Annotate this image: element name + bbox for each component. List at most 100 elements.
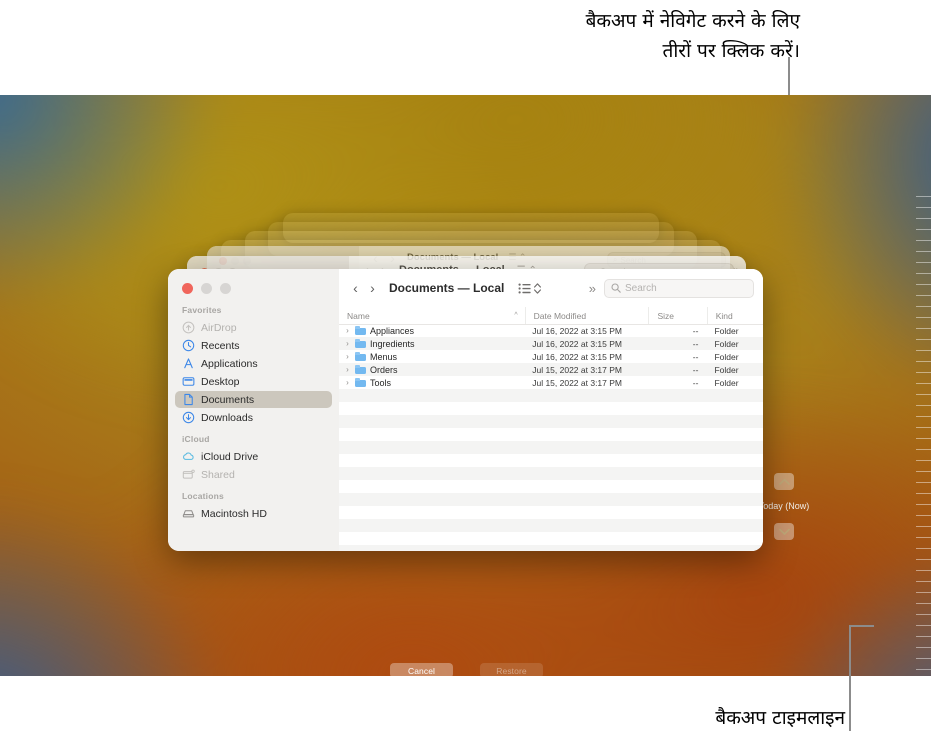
toolbar-overflow-button[interactable]: » xyxy=(589,281,596,296)
sidebar-item-downloads[interactable]: Downloads xyxy=(175,409,332,426)
finder-window[interactable]: Favorites AirDrop Recents Applications Deskt… xyxy=(168,269,763,551)
timeline-tick[interactable] xyxy=(916,504,931,505)
timeline-tick[interactable] xyxy=(916,625,931,626)
file-name-label: Tools xyxy=(370,377,392,388)
timeline-tick[interactable] xyxy=(916,372,931,373)
restore-button[interactable]: Restore xyxy=(480,663,543,676)
timeline-tick[interactable] xyxy=(916,416,931,417)
timeline-tick[interactable] xyxy=(916,405,931,406)
zoom-button[interactable] xyxy=(220,283,231,294)
timeline-tick[interactable] xyxy=(916,317,931,318)
empty-row xyxy=(339,493,763,506)
timeline-tick[interactable] xyxy=(916,526,931,527)
sidebar-item-shared[interactable]: Shared xyxy=(175,466,332,483)
timeline-tick[interactable] xyxy=(916,460,931,461)
timeline-tick[interactable] xyxy=(916,581,931,582)
sidebar-item-airdrop[interactable]: AirDrop xyxy=(175,319,332,336)
sidebar-item-applications[interactable]: Applications xyxy=(175,355,332,372)
disclosure-triangle-icon: › xyxy=(346,378,349,387)
timeline-tick[interactable] xyxy=(916,559,931,560)
timeline-tick[interactable] xyxy=(916,361,931,362)
timeline-tick[interactable] xyxy=(916,295,931,296)
timeline-tick[interactable] xyxy=(916,647,931,648)
column-header-size[interactable]: Size xyxy=(648,307,706,324)
column-header-kind[interactable]: Kind xyxy=(706,307,763,324)
folder-icon xyxy=(355,365,366,374)
file-size: -- xyxy=(692,351,699,362)
timeline-tick[interactable] xyxy=(916,383,931,384)
window-controls[interactable] xyxy=(182,283,231,294)
chevron-up-down-icon xyxy=(534,282,542,294)
file-row[interactable]: › Menus Jul 16, 2022 at 3:15 PM -- Folder xyxy=(339,350,763,363)
timeline-tick[interactable] xyxy=(916,482,931,483)
timeline-tick[interactable] xyxy=(916,273,931,274)
sidebar-item-macintosh-hd[interactable]: Macintosh HD xyxy=(175,505,332,522)
timeline-tick[interactable] xyxy=(916,306,931,307)
file-row[interactable]: › Orders Jul 15, 2022 at 3:17 PM -- Folder xyxy=(339,363,763,376)
backup-timeline[interactable] xyxy=(887,190,931,676)
timeline-tick[interactable] xyxy=(916,339,931,340)
empty-row xyxy=(339,454,763,467)
timeline-tick[interactable] xyxy=(916,196,931,197)
timeline-tick[interactable] xyxy=(916,240,931,241)
timeline-tick[interactable] xyxy=(916,669,931,670)
sidebar-item-recents[interactable]: Recents xyxy=(175,337,332,354)
minimize-button[interactable] xyxy=(201,283,212,294)
timeline-tick[interactable] xyxy=(916,394,931,395)
folder-icon xyxy=(355,352,366,361)
timeline-tick[interactable] xyxy=(916,548,931,549)
view-options-control[interactable] xyxy=(518,282,542,295)
file-date-modified: Jul 15, 2022 at 3:17 PM xyxy=(532,364,622,375)
search-input[interactable]: Search xyxy=(604,278,754,298)
sidebar-item-documents[interactable]: Documents xyxy=(175,391,332,408)
sidebar-item-desktop[interactable]: Desktop xyxy=(175,373,332,390)
timeline-tick[interactable] xyxy=(916,427,931,428)
timeline-tick[interactable] xyxy=(916,449,931,450)
cancel-button[interactable]: Cancel xyxy=(390,663,453,676)
navigate-forward-arrow-button[interactable] xyxy=(774,523,794,540)
timeline-tick[interactable] xyxy=(916,350,931,351)
timeline-tick[interactable] xyxy=(916,603,931,604)
column-header-date-modified[interactable]: Date Modified xyxy=(524,307,649,324)
empty-row xyxy=(339,506,763,519)
timeline-tick[interactable] xyxy=(916,438,931,439)
file-kind: Folder xyxy=(714,377,739,388)
timeline-tick[interactable] xyxy=(916,592,931,593)
file-row-name-cell: › Orders xyxy=(339,365,524,375)
timeline-tick[interactable] xyxy=(916,328,931,329)
callout-line-bottom-vertical xyxy=(849,625,851,731)
shared-folder-icon xyxy=(182,468,195,481)
timeline-tick[interactable] xyxy=(916,493,931,494)
column-header-name[interactable]: Name ^ xyxy=(339,307,525,324)
callout-text-backup-timeline: बैकअप टाइमलाइन xyxy=(715,707,845,729)
sidebar-item-label: Documents xyxy=(201,393,255,406)
sidebar-item-icloud-drive[interactable]: iCloud Drive xyxy=(175,448,332,465)
back-button[interactable]: ‹ xyxy=(347,275,364,301)
file-kind: Folder xyxy=(714,338,739,349)
timeline-tick[interactable] xyxy=(916,614,931,615)
file-kind: Folder xyxy=(714,325,739,336)
file-row[interactable]: › Ingredients Jul 16, 2022 at 3:15 PM -- Fol… xyxy=(339,337,763,350)
navigate-back-arrow-button[interactable] xyxy=(774,473,794,490)
timeline-tick[interactable] xyxy=(916,537,931,538)
timeline-tick[interactable] xyxy=(916,515,931,516)
file-row[interactable]: › Tools Jul 15, 2022 at 3:17 PM -- Folder xyxy=(339,376,763,389)
close-button[interactable] xyxy=(182,283,193,294)
timeline-tick[interactable] xyxy=(916,218,931,219)
folder-icon xyxy=(355,378,366,387)
timeline-tick[interactable] xyxy=(916,471,931,472)
timeline-tick[interactable] xyxy=(916,262,931,263)
forward-button[interactable]: › xyxy=(364,275,381,301)
column-headers[interactable]: Name ^ Date Modified Size Kind xyxy=(339,307,763,325)
timeline-tick[interactable] xyxy=(916,251,931,252)
timeline-tick[interactable] xyxy=(916,284,931,285)
file-row-name-cell: › Ingredients xyxy=(339,339,524,349)
applications-icon xyxy=(182,357,195,370)
timeline-tick[interactable] xyxy=(916,636,931,637)
empty-row xyxy=(339,441,763,454)
timeline-tick[interactable] xyxy=(916,207,931,208)
file-row[interactable]: › Appliances Jul 16, 2022 at 3:15 PM -- Fold… xyxy=(339,324,763,337)
timeline-tick[interactable] xyxy=(916,658,931,659)
timeline-tick[interactable] xyxy=(916,229,931,230)
timeline-tick[interactable] xyxy=(916,570,931,571)
